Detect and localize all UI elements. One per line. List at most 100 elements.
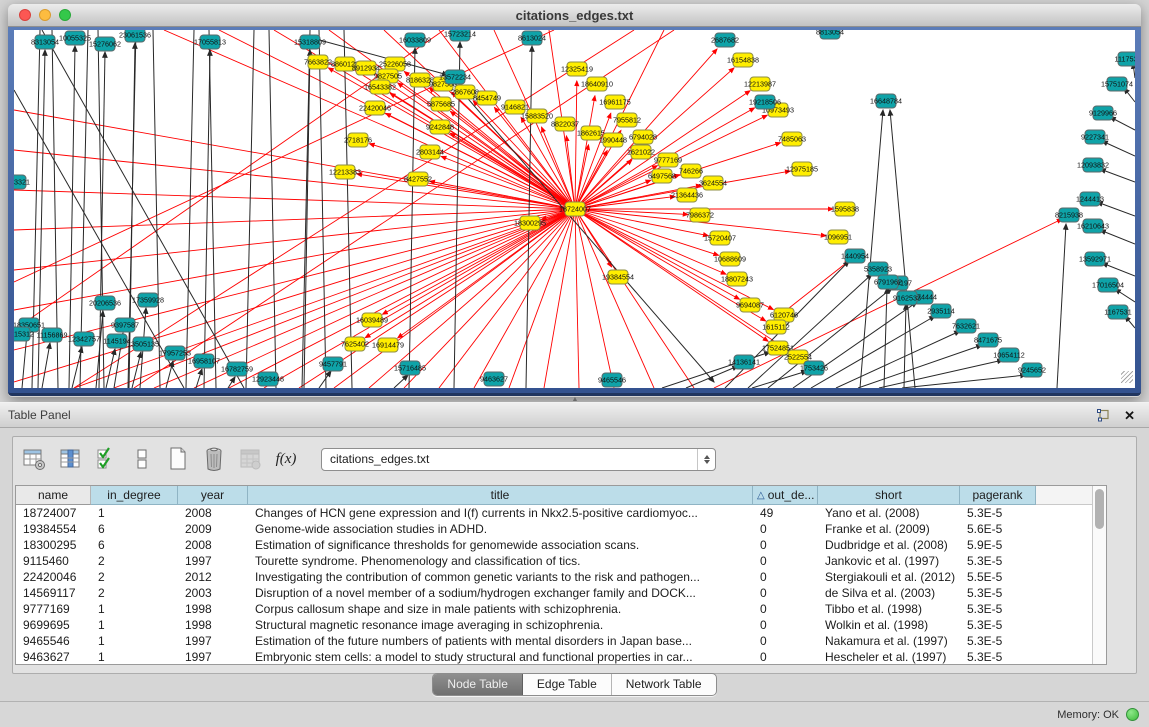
graph-node[interactable]: 11156869 — [37, 328, 68, 342]
graph-node[interactable]: 746266 — [679, 164, 703, 178]
graph-node[interactable]: 1440954 — [841, 249, 869, 263]
graph-node[interactable]: 12093832 — [1077, 158, 1109, 172]
graph-node[interactable]: 1615112 — [762, 320, 789, 334]
table-row[interactable]: 1830029562008Estimation of significance … — [16, 537, 1092, 553]
graph-node[interactable]: 12923448 — [252, 372, 284, 386]
graph-node[interactable]: 22420046 — [359, 101, 391, 115]
table-row[interactable]: 946554611997Estimation of the future num… — [16, 633, 1092, 649]
graph-node[interactable]: 9129966 — [1089, 106, 1117, 120]
graph-node[interactable]: 15318809 — [294, 35, 326, 49]
graph-node[interactable]: 5358923 — [864, 262, 892, 276]
table-row[interactable]: 911546021997Tourette syndrome. Phenomeno… — [16, 553, 1092, 569]
graph-node[interactable]: 9245652 — [1018, 363, 1046, 377]
graph-node[interactable]: 16543382 — [364, 80, 396, 94]
tab-edge-table[interactable]: Edge Table — [523, 674, 612, 695]
close-panel-icon[interactable]: ✕ — [1124, 409, 1135, 422]
deselect-all-icon[interactable] — [129, 446, 155, 472]
table-vertical-scrollbar[interactable] — [1092, 486, 1106, 664]
column-header[interactable]: △out_de... — [753, 486, 818, 505]
network-canvas[interactable]: 1872400776638228860128891293425226058982… — [14, 30, 1135, 388]
graph-node[interactable]: 10688609 — [714, 252, 746, 266]
graph-node[interactable]: 8215938 — [1055, 208, 1083, 222]
scrollbar-thumb[interactable] — [1095, 489, 1104, 529]
table-selector-dropdown[interactable]: citations_edges.txt — [321, 448, 716, 471]
graph-node[interactable]: 12975185 — [786, 162, 818, 176]
graph-node[interactable]: 16914479 — [372, 338, 404, 352]
graph-node[interactable]: 12213383 — [329, 165, 361, 179]
graph-node[interactable]: 13505135 — [127, 337, 159, 351]
tab-network-table[interactable]: Network Table — [612, 674, 716, 695]
graph-node[interactable]: 16039489 — [356, 313, 388, 327]
table-row[interactable]: 977716911998Corpus callosum shape and si… — [16, 601, 1092, 617]
table-row[interactable]: 969969511998Structural magnetic resonanc… — [16, 617, 1092, 633]
column-header[interactable]: name — [16, 486, 91, 505]
graph-node[interactable]: 7632621 — [952, 319, 980, 333]
graph-node[interactable]: 15723214 — [444, 30, 476, 41]
graph-node[interactable]: 17055813 — [194, 35, 226, 49]
graph-node[interactable]: 8313054 — [31, 35, 59, 49]
graph-node[interactable]: 6791962 — [874, 275, 902, 289]
column-header[interactable]: pagerank — [960, 486, 1036, 505]
graph-node[interactable]: 8822037 — [551, 117, 579, 131]
graph-node[interactable]: 1753426 — [800, 361, 828, 375]
table-row[interactable]: 1456911722003Disruption of a novel membe… — [16, 585, 1092, 601]
graph-node[interactable]: 9465546 — [598, 373, 626, 387]
graph-node[interactable]: 18807243 — [721, 272, 753, 286]
graph-node[interactable]: 12213987 — [744, 77, 776, 91]
delete-table-icon[interactable] — [201, 446, 227, 472]
graph-node[interactable]: 17016504 — [1092, 278, 1124, 292]
graph-node[interactable]: 1621022 — [627, 145, 655, 159]
graph-node[interactable]: 15883520 — [521, 109, 553, 123]
graph-node[interactable]: 3624554 — [699, 176, 727, 190]
graph-node[interactable]: 16648784 — [870, 94, 902, 108]
graph-node[interactable]: 7485063 — [778, 132, 806, 146]
resize-grip-icon[interactable] — [1121, 371, 1133, 383]
graph-node[interactable]: 21364436 — [671, 188, 703, 202]
graph-node[interactable]: 1990448 — [599, 133, 627, 147]
graph-node[interactable]: 8471675 — [974, 333, 1002, 347]
column-header[interactable]: year — [178, 486, 248, 505]
graph-node[interactable]: 15276062 — [89, 37, 121, 51]
graph-node[interactable]: 16210643 — [1077, 219, 1109, 233]
graph-node[interactable]: 12342757 — [68, 332, 100, 346]
show-columns-icon[interactable] — [57, 446, 83, 472]
graph-node[interactable]: 9397587 — [111, 318, 139, 332]
graph-node[interactable]: 15716485 — [394, 361, 426, 375]
graph-node[interactable]: 3915312 — [14, 327, 34, 341]
graph-node[interactable]: 8454749 — [473, 91, 501, 105]
graph-node[interactable]: 1903321 — [14, 175, 30, 189]
select-all-icon[interactable] — [93, 446, 119, 472]
window-titlebar[interactable]: citations_edges.txt — [8, 4, 1141, 27]
graph-node[interactable]: 9242848 — [426, 120, 454, 134]
graph-node[interactable]: 10654112 — [993, 348, 1024, 362]
graph-node[interactable]: 7986372 — [686, 208, 714, 222]
graph-node[interactable]: 9457791 — [319, 357, 347, 371]
column-header[interactable]: in_degree — [91, 486, 178, 505]
graph-node[interactable]: 16033809 — [399, 33, 431, 47]
graph-node[interactable]: 1096951 — [824, 230, 852, 244]
graph-node[interactable]: 8427552 — [404, 172, 432, 186]
graph-node[interactable]: 9694087 — [736, 298, 764, 312]
float-panel-icon[interactable] — [1097, 409, 1110, 422]
graph-node[interactable]: 14136141 — [728, 355, 760, 369]
table-options-icon[interactable] — [21, 446, 47, 472]
graph-node[interactable]: 9777169 — [654, 153, 682, 167]
graph-node[interactable]: 8613024 — [518, 31, 546, 45]
table-row[interactable]: 2242004622012Investigating the contribut… — [16, 569, 1092, 585]
graph-node[interactable]: 5875685 — [427, 97, 455, 111]
graph-node[interactable]: 2935114 — [927, 304, 954, 318]
function-builder-icon[interactable]: f(x) — [273, 446, 299, 472]
graph-node[interactable]: 16782759 — [221, 362, 253, 376]
graph-node[interactable]: 2718176 — [344, 133, 372, 147]
graph-node[interactable]: 7625402 — [341, 337, 369, 351]
column-header[interactable]: short — [818, 486, 960, 505]
graph-node[interactable]: 23061536 — [119, 30, 151, 42]
table-row[interactable]: 946362711997Embryonic stem cells: a mode… — [16, 649, 1092, 664]
graph-node[interactable]: 6794028 — [629, 130, 657, 144]
graph-node[interactable]: 10055325 — [59, 31, 91, 45]
graph-node[interactable]: 15720407 — [704, 231, 736, 245]
graph-node[interactable]: 20206536 — [89, 296, 121, 310]
graph-node[interactable]: 16154838 — [727, 53, 759, 67]
graph-node[interactable]: 9463627 — [480, 372, 508, 386]
graph-node[interactable]: 7955812 — [613, 113, 641, 127]
